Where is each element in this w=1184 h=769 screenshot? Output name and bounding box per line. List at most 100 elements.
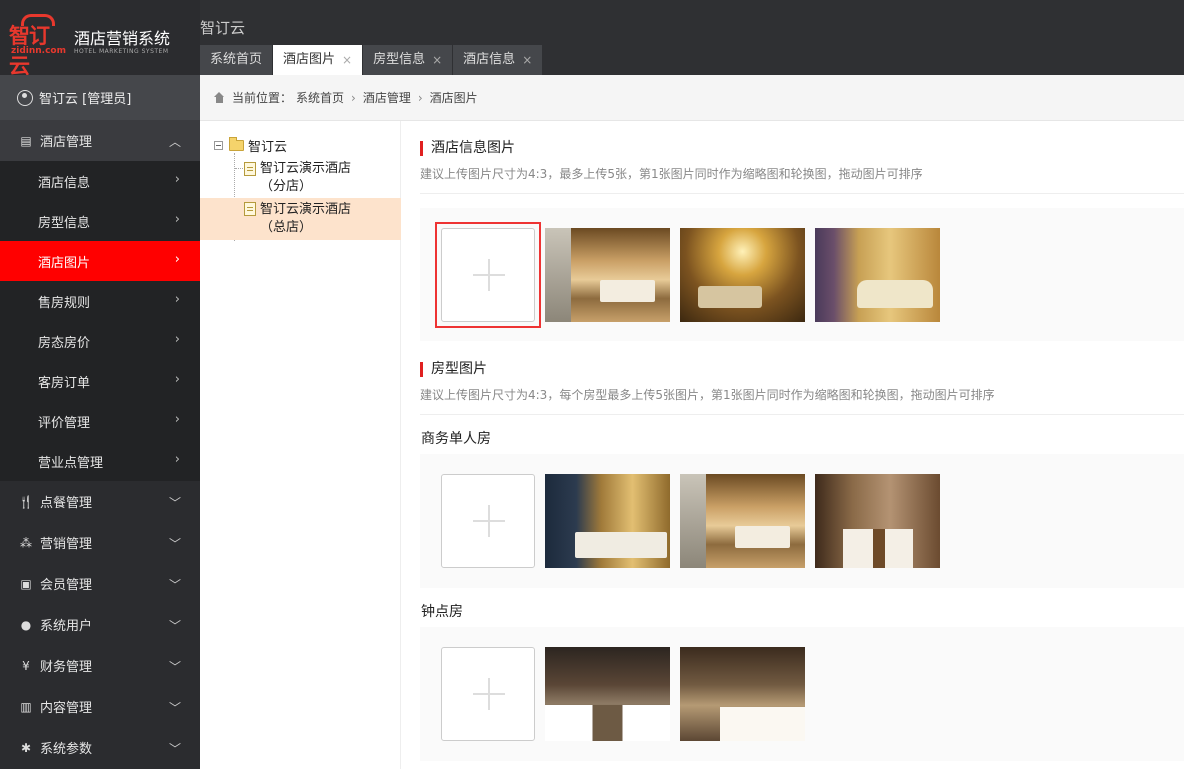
menu-content[interactable]: ▥ 内容管理 ﹀ [0, 686, 200, 727]
tab-hotel-info[interactable]: 酒店信息 × [453, 45, 544, 75]
chevron-right-icon: › [174, 372, 180, 387]
breadcrumb-item[interactable]: 系统首页 [296, 89, 344, 106]
chevron-down-icon: ﹀ [168, 742, 181, 756]
sidebar-item-sale-rules[interactable]: 售房规则 › [0, 281, 200, 321]
room-type-title: 商务单人房 [421, 431, 491, 447]
divider [420, 193, 1184, 194]
sidebar-item-room-orders[interactable]: 客房订单 › [0, 361, 200, 401]
tab-room-types[interactable]: 房型信息 × [363, 45, 454, 75]
sidebar-item-business-points[interactable]: 营业点管理 › [0, 441, 200, 481]
cutlery-icon: 🍴 [18, 494, 34, 509]
tree-node-branch[interactable]: 智订云演示酒店（分店） [200, 158, 401, 198]
tree-node-headquarters[interactable]: 智订云演示酒店（总店） [200, 198, 401, 240]
lounge-chandelier-photo[interactable] [680, 228, 805, 322]
menu-label: 酒店管理 [40, 135, 93, 150]
menu-dining[interactable]: 🍴 点餐管理 ﹀ [0, 481, 200, 522]
chevron-right-icon: › [174, 332, 180, 347]
chevron-right-icon: › [174, 412, 180, 427]
menu-label: 内容管理 [40, 701, 93, 716]
top-bar: 智订云 zidinn.com 酒店营销系统 HOTEL MARKETING SY… [0, 0, 1184, 78]
main-content: 酒店信息图片 建议上传图片尺寸为4:3，最多上传5张，第1张图片同时作为缩略图和… [402, 121, 1184, 769]
user-name: 智订云 [管理员] [39, 92, 132, 107]
add-image-button[interactable] [441, 647, 535, 741]
close-icon[interactable]: × [432, 45, 442, 75]
breadcrumb-item[interactable]: 酒店管理 [363, 89, 411, 106]
sidebar-item-reviews[interactable]: 评价管理 › [0, 401, 200, 441]
sofa-suite-photo[interactable] [815, 228, 940, 322]
close-icon[interactable]: × [342, 45, 352, 75]
menu-finance[interactable]: ¥ 财务管理 ﹀ [0, 645, 200, 686]
document-icon [244, 202, 256, 216]
yen-icon: ¥ [22, 658, 30, 673]
breadcrumb-separator: › [351, 90, 356, 105]
hourly-room-twin-photo[interactable] [545, 647, 670, 741]
business-room-dining-photo[interactable] [680, 474, 805, 568]
chevron-down-icon: ﹀ [168, 619, 181, 633]
menu-label: 系统用户 [40, 619, 93, 634]
app-name: 智订云 [200, 19, 246, 37]
chevron-down-icon: ﹀ [168, 578, 181, 592]
business-room-window-photo[interactable] [545, 474, 670, 568]
upload-highlight [435, 222, 541, 328]
lobby-dining-photo[interactable] [545, 228, 670, 322]
chevron-right-icon: › [174, 292, 180, 307]
close-icon[interactable]: × [522, 45, 532, 75]
tree-root[interactable]: 智订云 [214, 136, 287, 155]
chevron-right-icon: › [174, 252, 180, 267]
folder-icon [229, 137, 244, 151]
logo-title: 酒店营销系统 [74, 29, 171, 48]
business-room-bed-photo[interactable] [815, 474, 940, 568]
logo-mark: 智订云 zidinn.com [9, 14, 67, 78]
menu-label: 系统参数 [40, 742, 93, 757]
menu-system-users[interactable]: ● 系统用户 ﹀ [0, 604, 200, 645]
sidebar-item-label: 酒店图片 [38, 255, 91, 271]
sidebar-item-label: 评价管理 [38, 415, 91, 431]
chevron-right-icon: › [174, 452, 180, 467]
tree-node-label: 智订云演示酒店（总店） [260, 202, 352, 235]
menu-hotel-management[interactable]: ▤ 酒店管理 ︿ [0, 120, 200, 161]
thumbnail-row [441, 474, 940, 568]
sidebar-item-room-status-price[interactable]: 房态房价 › [0, 321, 200, 361]
hourly-room-bed-photo[interactable] [680, 647, 805, 741]
chevron-down-icon: ﹀ [168, 701, 181, 715]
current-user[interactable]: 智订云 [管理员] [0, 75, 200, 120]
room-image-gallery [420, 454, 1184, 588]
sidebar-item-hotel-images[interactable]: 酒店图片 › [0, 241, 200, 281]
thumbnail-row [441, 647, 805, 741]
collapse-icon[interactable] [214, 141, 223, 150]
hotel-tree: 智订云 智订云演示酒店（分店） 智订云演示酒店（总店） [200, 121, 401, 769]
home-icon [213, 92, 226, 103]
section-title: 房型图片 [420, 362, 487, 377]
sidebar-item-hotel-info[interactable]: 酒店信息 › [0, 161, 200, 201]
breadcrumb: 当前位置： 系统首页 › 酒店管理 › 酒店图片 [200, 75, 1184, 121]
hotel-image-gallery [420, 208, 1184, 341]
tab-label: 酒店信息 [463, 52, 516, 67]
tab-hotel-images[interactable]: 酒店图片 × [273, 45, 364, 75]
sidebar-item-label: 售房规则 [38, 295, 91, 311]
menu-system-params[interactable]: ✱ 系统参数 ﹀ [0, 727, 200, 768]
logo-subtitle: HOTEL MARKETING SYSTEM [74, 48, 169, 55]
sidebar-item-label: 房态房价 [38, 335, 91, 351]
menu-label: 财务管理 [40, 660, 93, 675]
sidebar-item-label: 房型信息 [38, 215, 91, 231]
user-avatar-icon [17, 89, 33, 106]
tab-home[interactable]: 系统首页 [200, 45, 274, 75]
menu-marketing[interactable]: ⁂ 营销管理 ﹀ [0, 522, 200, 563]
breadcrumb-prefix: 当前位置： [232, 91, 293, 105]
document-icon: ▥ [20, 699, 32, 714]
chevron-right-icon: › [174, 172, 180, 187]
building-icon: ▤ [20, 133, 32, 148]
tab-label: 系统首页 [210, 52, 263, 67]
add-image-button[interactable] [441, 228, 535, 322]
network-icon: ⁂ [20, 535, 32, 550]
sidebar: 智订云 [管理员] ▤ 酒店管理 ︿ 酒店信息 › 房型信息 › 酒店图片 › … [0, 75, 200, 769]
menu-label: 会员管理 [40, 578, 93, 593]
logo-domain: zidinn.com [11, 46, 66, 56]
tree-node-label: 智订云演示酒店（分店） [260, 161, 352, 194]
sidebar-item-room-types[interactable]: 房型信息 › [0, 201, 200, 241]
document-icon [244, 162, 256, 176]
chevron-down-icon: ﹀ [168, 537, 181, 551]
menu-members[interactable]: ▣ 会员管理 ﹀ [0, 563, 200, 604]
menu-label: 营销管理 [40, 537, 93, 552]
add-image-button[interactable] [441, 474, 535, 568]
